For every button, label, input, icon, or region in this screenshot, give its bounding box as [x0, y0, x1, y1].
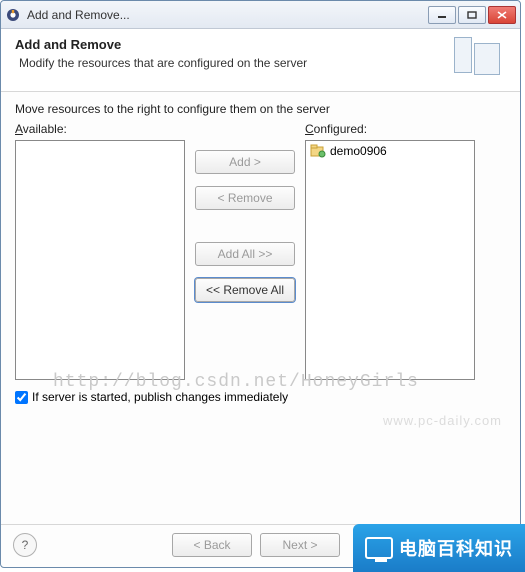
configured-column: Configured: demo0906 [305, 122, 475, 380]
monitor-icon [365, 537, 393, 559]
window-title: Add and Remove... [27, 8, 428, 22]
add-button[interactable]: Add > [195, 150, 295, 174]
instruction-text: Move resources to the right to configure… [15, 102, 506, 116]
remove-button[interactable]: < Remove [195, 186, 295, 210]
app-icon [5, 7, 21, 23]
transfer-buttons: Add > < Remove Add All >> << Remove All [195, 150, 295, 302]
site-logo-text: 电脑百科知识 [399, 535, 513, 561]
configured-label: Configured: [305, 122, 475, 136]
list-item-label: demo0906 [330, 144, 387, 158]
titlebar[interactable]: Add and Remove... [1, 1, 520, 29]
dialog-window: Add and Remove... Add and Remove Modify … [0, 0, 521, 568]
configured-listbox[interactable]: demo0906 [305, 140, 475, 380]
help-button[interactable]: ? [13, 533, 37, 557]
back-button[interactable]: < Back [172, 533, 252, 557]
close-button[interactable] [488, 6, 516, 24]
available-column: Available: [15, 122, 185, 380]
available-label: Available: [15, 122, 185, 136]
page-title: Add and Remove [15, 37, 454, 52]
publish-checkbox[interactable] [15, 391, 28, 404]
publish-checkbox-label[interactable]: If server is started, publish changes im… [32, 390, 288, 404]
page-subtitle: Modify the resources that are configured… [19, 56, 454, 70]
minimize-button[interactable] [428, 6, 456, 24]
add-all-button[interactable]: Add All >> [195, 242, 295, 266]
project-icon [310, 144, 326, 158]
content-area: Move resources to the right to configure… [1, 92, 520, 524]
header-panel: Add and Remove Modify the resources that… [1, 29, 520, 92]
next-button[interactable]: Next > [260, 533, 340, 557]
site-logo-overlay: 电脑百科知识 [353, 524, 525, 572]
list-item[interactable]: demo0906 [308, 143, 472, 159]
server-icon [454, 37, 506, 81]
available-listbox[interactable] [15, 140, 185, 380]
window-controls [428, 6, 516, 24]
watermark-url: www.pc-daily.com [383, 413, 502, 428]
maximize-button[interactable] [458, 6, 486, 24]
publish-checkbox-row: If server is started, publish changes im… [15, 390, 506, 404]
remove-all-button[interactable]: << Remove All [195, 278, 295, 302]
